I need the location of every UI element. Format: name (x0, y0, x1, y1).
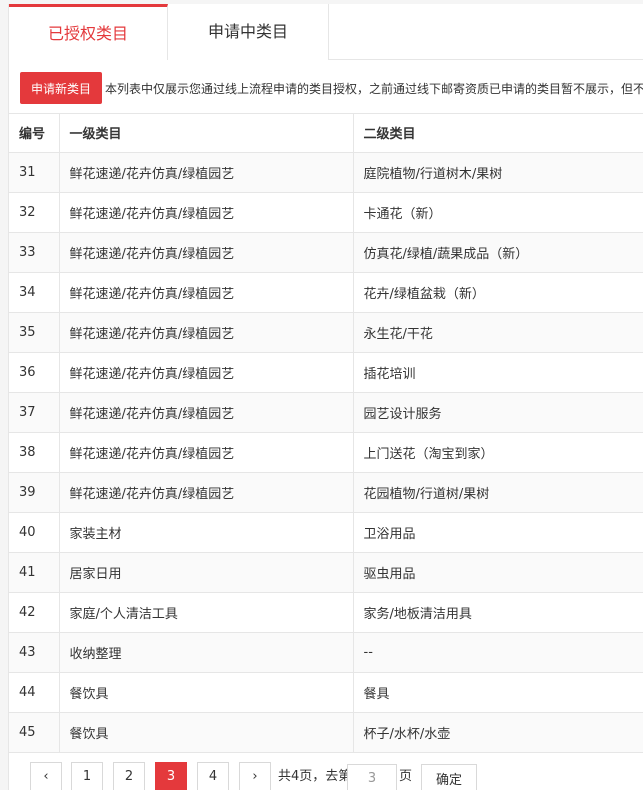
table-row: 44 餐饮具 餐具 (9, 672, 643, 713)
table-row: 31 鲜花速递/花卉仿真/绿植园艺 庭院植物/行道树木/果树 (9, 152, 643, 193)
notice-text: 本列表中仅展示您通过线上流程申请的类目授权，之前通过线下邮寄资质已申请的类目暂不… (105, 82, 643, 96)
cell-number: 34 (9, 272, 60, 313)
cell-level2-category: 驱虫用品 (353, 552, 643, 593)
table-row: 40 家装主材 卫浴用品 (9, 512, 643, 553)
table-header-row: 编号 一级类目 二级类目 (9, 114, 643, 153)
cell-number: 44 (9, 672, 60, 713)
table-row: 33 鲜花速递/花卉仿真/绿植园艺 仿真花/绿植/蔬果成品（新） (9, 232, 643, 273)
cell-level1-category: 鲜花速递/花卉仿真/绿植园艺 (59, 472, 354, 513)
tab-authorized-categories[interactable]: 已授权类目 (9, 4, 168, 60)
cell-number: 37 (9, 392, 60, 433)
cell-level2-category: -- (353, 632, 643, 673)
cell-number: 43 (9, 632, 60, 673)
tab-pending-categories[interactable]: 申请中类目 (168, 4, 329, 60)
table-row: 32 鲜花速递/花卉仿真/绿植园艺 卡通花（新） (9, 192, 643, 233)
cell-level1-category: 鲜花速递/花卉仿真/绿植园艺 (59, 192, 354, 233)
cell-number: 40 (9, 512, 60, 553)
cell-level2-category: 花园植物/行道树/果树 (353, 472, 643, 513)
page-suffix-text: 页 (399, 769, 413, 784)
cell-level2-category: 上门送花（淘宝到家） (353, 432, 643, 473)
cell-level1-category: 鲜花速递/花卉仿真/绿植园艺 (59, 312, 354, 353)
category-table: 编号 一级类目 二级类目 31 鲜花速递/花卉仿真/绿植园艺 庭院植物/行道树木/果… (9, 114, 643, 753)
cell-level1-category: 家庭/个人清洁工具 (59, 592, 354, 633)
cell-level2-category: 园艺设计服务 (353, 392, 643, 433)
cell-number: 39 (9, 472, 60, 513)
tab-bar: 已授权类目 申请中类目 (9, 4, 643, 60)
cell-level2-category: 仿真花/绿植/蔬果成品（新） (353, 232, 643, 273)
table-row: 34 鲜花速递/花卉仿真/绿植园艺 花卉/绿植盆栽（新） (9, 272, 643, 313)
table-row: 38 鲜花速递/花卉仿真/绿植园艺 上门送花（淘宝到家） (9, 432, 643, 473)
cell-level1-category: 鲜花速递/花卉仿真/绿植园艺 (59, 432, 354, 473)
prev-page-button[interactable]: ‹ (30, 762, 62, 790)
cell-level2-category: 花卉/绿植盆栽（新） (353, 272, 643, 313)
cell-number: 42 (9, 592, 60, 633)
next-page-button[interactable]: › (239, 762, 271, 790)
cell-level1-category: 鲜花速递/花卉仿真/绿植园艺 (59, 272, 354, 313)
cell-number: 41 (9, 552, 60, 593)
cell-level2-category: 卡通花（新） (353, 192, 643, 233)
cell-level1-category: 居家日用 (59, 552, 354, 593)
category-panel: 已授权类目 申请中类目 申请新类目 本列表中仅展示您通过线上流程申请的类目授权，… (8, 4, 643, 790)
total-pages-text: 共4页，去第 (278, 769, 352, 784)
page-1-button[interactable]: 1 (71, 762, 103, 790)
cell-number: 33 (9, 232, 60, 273)
cell-level1-category: 餐饮具 (59, 712, 354, 753)
goto-page-input[interactable] (347, 764, 397, 790)
cell-level1-category: 鲜花速递/花卉仿真/绿植园艺 (59, 152, 354, 193)
cell-level1-category: 餐饮具 (59, 672, 354, 713)
cell-level2-category: 卫浴用品 (353, 512, 643, 553)
table-row: 43 收纳整理 -- (9, 632, 643, 673)
cell-number: 45 (9, 712, 60, 753)
cell-level2-category: 家务/地板清洁用具 (353, 592, 643, 633)
cell-number: 32 (9, 192, 60, 233)
table-row: 42 家庭/个人清洁工具 家务/地板清洁用具 (9, 592, 643, 633)
page-2-button[interactable]: 2 (113, 762, 145, 790)
table-row: 45 餐饮具 杯子/水杯/水壶 (9, 712, 643, 753)
header-number: 编号 (9, 114, 60, 153)
notice-bar: 申请新类目 本列表中仅展示您通过线上流程申请的类目授权，之前通过线下邮寄资质已申… (9, 60, 643, 114)
page-4-button[interactable]: 4 (197, 762, 229, 790)
apply-new-category-button[interactable]: 申请新类目 (20, 72, 102, 104)
table-row: 35 鲜花速递/花卉仿真/绿植园艺 永生花/干花 (9, 312, 643, 353)
cell-level1-category: 家装主材 (59, 512, 354, 553)
cell-level1-category: 鲜花速递/花卉仿真/绿植园艺 (59, 352, 354, 393)
cell-level1-category: 鲜花速递/花卉仿真/绿植园艺 (59, 392, 354, 433)
cell-level2-category: 杯子/水杯/水壶 (353, 712, 643, 753)
cell-level1-category: 收纳整理 (59, 632, 354, 673)
cell-level2-category: 永生花/干花 (353, 312, 643, 353)
page-3-button[interactable]: 3 (155, 762, 187, 790)
cell-number: 38 (9, 432, 60, 473)
table-row: 39 鲜花速递/花卉仿真/绿植园艺 花园植物/行道树/果树 (9, 472, 643, 513)
cell-level1-category: 鲜花速递/花卉仿真/绿植园艺 (59, 232, 354, 273)
header-level1-category: 一级类目 (59, 114, 354, 153)
cell-level2-category: 插花培训 (353, 352, 643, 393)
cell-level2-category: 庭院植物/行道树木/果树 (353, 152, 643, 193)
cell-number: 35 (9, 312, 60, 353)
table-row: 37 鲜花速递/花卉仿真/绿植园艺 园艺设计服务 (9, 392, 643, 433)
table-row: 36 鲜花速递/花卉仿真/绿植园艺 插花培训 (9, 352, 643, 393)
confirm-goto-button[interactable]: 确定 (421, 764, 477, 790)
cell-number: 36 (9, 352, 60, 393)
header-level2-category: 二级类目 (353, 114, 643, 153)
cell-number: 31 (9, 152, 60, 193)
cell-level2-category: 餐具 (353, 672, 643, 713)
table-row: 41 居家日用 驱虫用品 (9, 552, 643, 593)
